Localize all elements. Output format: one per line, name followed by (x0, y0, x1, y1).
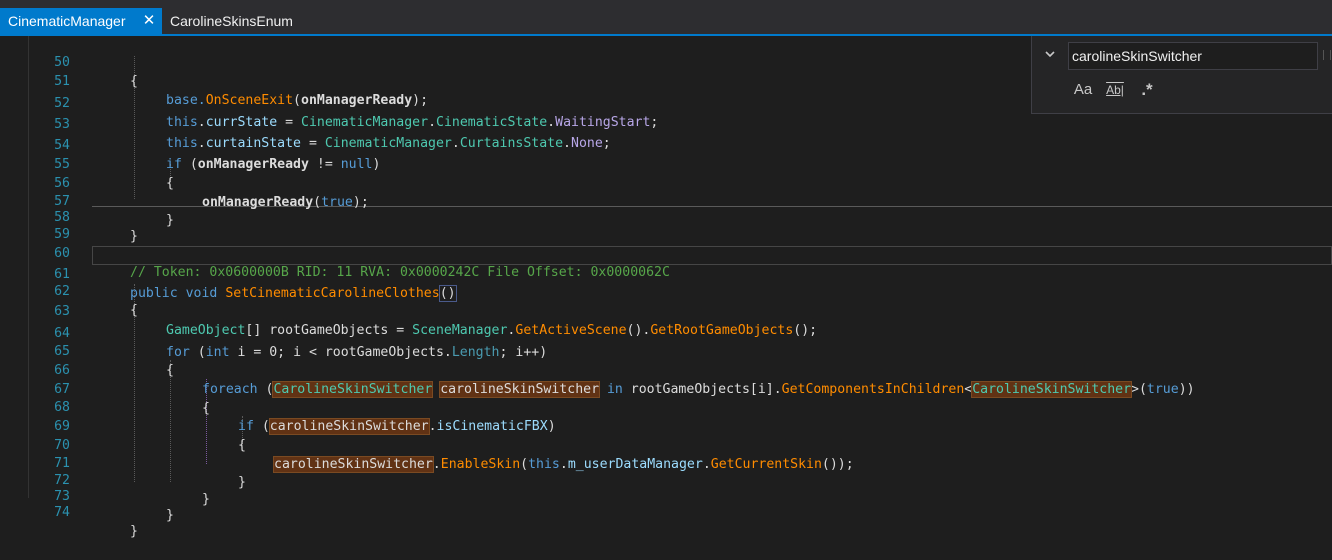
line-number: 74 (54, 505, 70, 520)
code-line: 64 for (int i = 0; i < rootGameObjects.L… (0, 305, 1332, 360)
code-line: 63 GameObject[] rootGameObjects = SceneM… (0, 283, 1332, 338)
code-line: 56 onManagerReady(true); (0, 155, 1332, 210)
code-line: 65 { (0, 323, 1332, 378)
code-line: 74 } (0, 484, 1332, 539)
tab-label: CarolineSkinsEnum (170, 13, 293, 29)
tab-cinematic-manager[interactable]: CinematicManager ✕ (0, 8, 162, 34)
whole-word-icon[interactable]: Ab| (1104, 80, 1126, 100)
match-case-icon[interactable]: Aa (1072, 80, 1094, 100)
code-line: 68 if (carolineSkinSwitcher.isCinematicF… (0, 379, 1332, 435)
code-line: 54 if (onManagerReady != null) (0, 117, 1332, 172)
code-line: 69 { (0, 398, 1332, 453)
close-icon[interactable]: ✕ (142, 8, 156, 34)
find-panel: carolineSkinSwitcher Aa Ab| .* (1031, 36, 1332, 114)
regex-icon[interactable]: .* (1136, 80, 1158, 100)
code-line: 60 // Token: 0x0600000B RID: 11 RVA: 0x0… (0, 225, 1332, 280)
document-tab-bar: CinematicManager ✕ CarolineSkinsEnum (0, 0, 1332, 34)
tab-caroline-skins-enum[interactable]: CarolineSkinsEnum (162, 8, 322, 34)
code-line: 70 carolineSkinSwitcher.EnableSkin(this.… (0, 417, 1332, 473)
tab-label: CinematicManager (8, 13, 126, 29)
search-input-value: carolineSkinSwitcher (1072, 48, 1202, 64)
code-text: } (130, 524, 138, 539)
chevron-down-icon[interactable] (1042, 48, 1058, 64)
find-panel-edge-icon (1323, 50, 1331, 60)
code-line: 66 foreach (CarolineSkinSwitcher carolin… (0, 342, 1332, 398)
code-line: 55 { (0, 136, 1332, 191)
search-input[interactable]: carolineSkinSwitcher (1068, 42, 1318, 70)
code-text: } (166, 508, 174, 523)
code-line: 59 (0, 206, 1332, 242)
code-line: 67 { (0, 361, 1332, 416)
code-line: 62 { (0, 263, 1332, 318)
